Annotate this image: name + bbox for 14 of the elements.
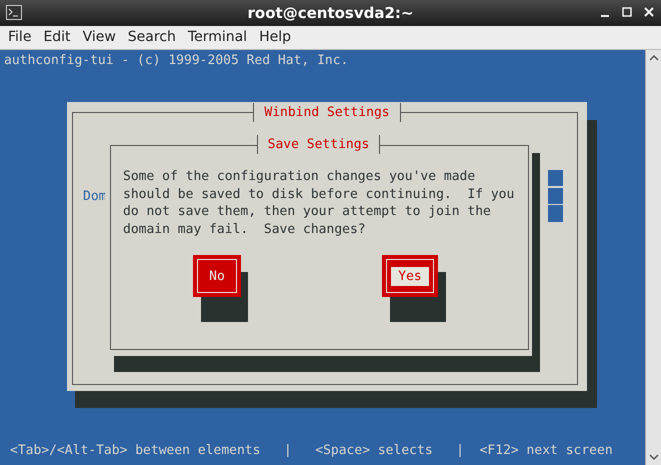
- dialog-title: Winbind Settings: [253, 103, 401, 122]
- dialog-message: Some of the configuration changes you've made should be saved to disk before continuing. If you do not save them, then your attempt to join the domain may fail. Save changes?: [123, 168, 514, 238]
- menu-item[interactable]: Edit: [39, 27, 75, 48]
- terminal-header: authconfig-tui - (c) 1999-2005 Red Hat, Inc.: [4, 53, 348, 68]
- dialog-button[interactable]: No: [197, 259, 237, 293]
- dialog-title: Save Settings: [256, 135, 380, 154]
- menu-item[interactable]: Help: [255, 27, 295, 48]
- status-line: <Tab>/<Alt-Tab> between elements | <Space> selects | <F12> next screen: [10, 443, 613, 458]
- dialog-button[interactable]: Yes: [386, 259, 434, 293]
- window-title: root@centosvda2:~: [248, 2, 414, 24]
- menu-item[interactable]: File: [4, 27, 36, 48]
- menu-item[interactable]: Terminal: [184, 27, 252, 48]
- menu-item[interactable]: Search: [124, 27, 180, 48]
- menu-item[interactable]: View: [78, 27, 120, 48]
